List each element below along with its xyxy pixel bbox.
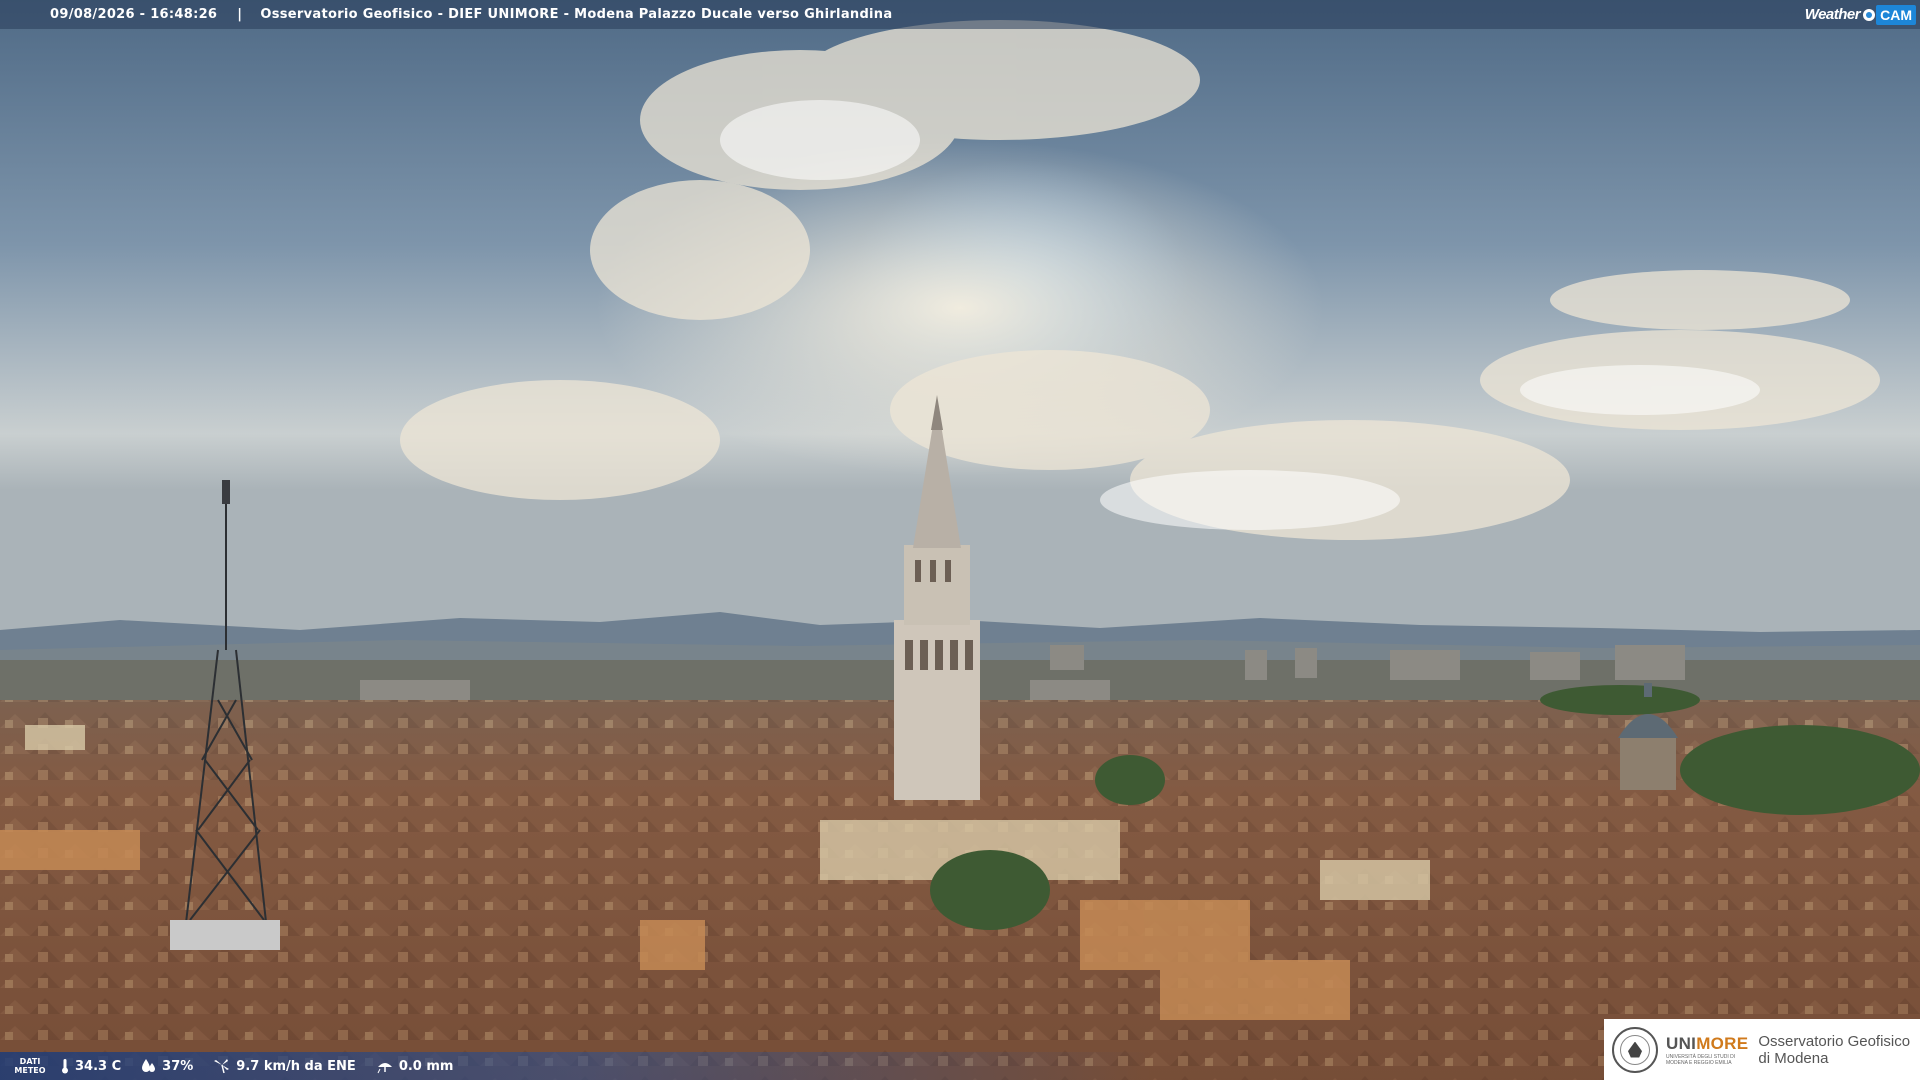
rain-icon — [377, 1063, 392, 1074]
header-separator: | — [237, 7, 243, 22]
humidity-metric: 37% — [141, 1058, 193, 1074]
rain-value: 0.0 mm — [398, 1058, 454, 1074]
humidity-drop-icon — [142, 1059, 156, 1072]
temperature-value: 34.3 C — [75, 1058, 122, 1074]
header-bar: 09/08/2026 - 16:48:26 | Osservatorio Geo… — [0, 0, 1920, 29]
thermometer-icon — [62, 1059, 68, 1074]
wind-value: 9.7 km/h da ENE — [236, 1058, 356, 1074]
university-seal-icon — [1612, 1026, 1658, 1073]
camera-title: Osservatorio Geofisico - DIEF UNIMORE - … — [260, 7, 893, 22]
observatory-name: Osservatorio Geofisico di Modena — [1758, 1032, 1911, 1067]
timestamp: 09/08/2026 - 16:48:26 — [50, 7, 218, 22]
wind-turbine-icon — [214, 1059, 230, 1074]
temperature-metric: 34.3 C — [60, 1058, 121, 1074]
brand-weather-text: Weather — [1804, 6, 1861, 23]
unimore-logo[interactable]: UNIMORE UNIVERSITÀ DEGLI STUDI DI MODENA… — [1604, 1019, 1920, 1080]
weathercam-brand[interactable]: Weather CAM — [1805, 0, 1920, 29]
rain-metric: 0.0 mm — [376, 1058, 454, 1074]
webcam-scene — [0, 0, 1920, 1080]
brand-cam-text: CAM — [1876, 4, 1916, 25]
camera-lens-icon — [1863, 8, 1876, 21]
weather-bar-label: DATI METEO — [14, 1057, 46, 1075]
wind-metric: 9.7 km/h da ENE — [213, 1058, 356, 1074]
unimore-wordmark: UNIMORE UNIVERSITÀ DEGLI STUDI DI MODENA… — [1666, 1033, 1749, 1066]
humidity-value: 37% — [162, 1058, 194, 1074]
